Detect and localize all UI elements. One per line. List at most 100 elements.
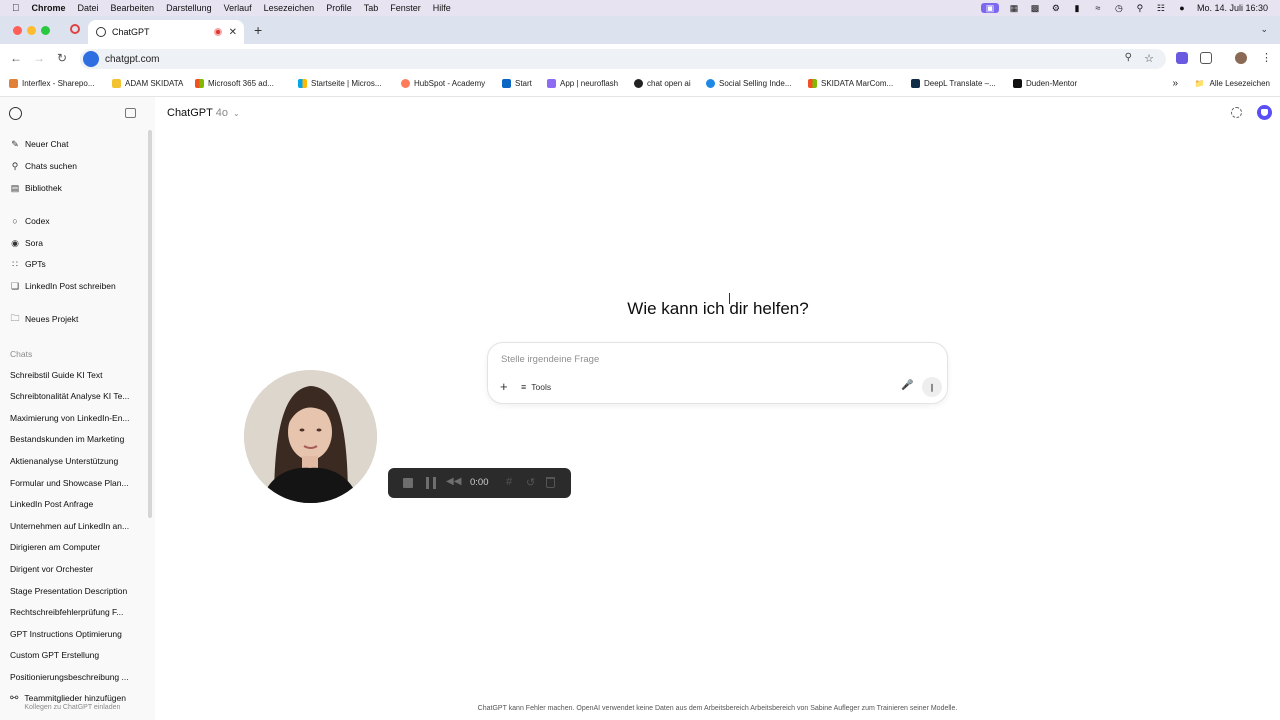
wifi-icon[interactable]: ≈ (1092, 3, 1104, 13)
extensions-puzzle-icon[interactable] (1200, 52, 1212, 64)
temporary-chat-icon[interactable] (1231, 107, 1242, 118)
chat-history-item[interactable]: LinkedIn Post Anfrage (10, 499, 93, 509)
model-selector[interactable]: ChatGPT 4o ⌄ (167, 107, 240, 119)
microsoft-icon (808, 79, 817, 88)
bookmark-item[interactable]: Microsoft 365 ad... (195, 79, 274, 88)
spotlight-search-icon[interactable]: ⚲ (1134, 3, 1146, 13)
stop-icon[interactable] (403, 478, 413, 488)
apple-icon[interactable]:  (12, 3, 20, 14)
folder-icon: 📁 (1194, 79, 1205, 88)
sidebar-item-sora[interactable]: ◉ Sora (10, 238, 43, 249)
bookmark-item[interactable]: Start (502, 79, 532, 88)
sidebar-item-search-chats[interactable]: ⚲ Chats suchen (10, 161, 77, 172)
sidebar-item-library[interactable]: ▤ Bibliothek (10, 183, 62, 194)
new-tab-icon[interactable]: + (254, 22, 262, 38)
chat-history-item[interactable]: Maximierung von LinkedIn-En... (10, 413, 130, 423)
menu-item-fenster[interactable]: Fenster (390, 3, 421, 13)
address-url[interactable]: chatgpt.com (105, 54, 159, 65)
bookmark-item[interactable]: ADAM SKIDATA (112, 79, 183, 88)
tab-chatgpt[interactable]: ChatGPT ✕ (88, 20, 244, 44)
window-close-button[interactable] (13, 26, 22, 35)
bookmark-item[interactable]: HubSpot - Academy (401, 79, 485, 88)
back-icon[interactable]: ← (10, 51, 22, 65)
menu-item-datei[interactable]: Datei (78, 3, 99, 13)
voice-mode-icon[interactable]: ∥ (922, 377, 942, 397)
chat-history-item[interactable]: Schreibstil Guide KI Text (10, 370, 102, 380)
add-team-members-button[interactable]: ⚯ Teammitglieder hinzufügen Kollegen zu … (10, 693, 126, 711)
chat-history-item[interactable]: Rechtschreibfehlerprüfung F... (10, 607, 123, 617)
add-attachment-icon[interactable]: + (500, 379, 508, 394)
sidebar-item-new-chat[interactable]: ✎ Neuer Chat (10, 139, 68, 150)
status-app-icon-2[interactable]: ▩ (1029, 3, 1041, 13)
menu-item-tab[interactable]: Tab (364, 3, 379, 13)
site-info-icon[interactable] (83, 51, 99, 67)
sidebar-item-linkedin-post[interactable]: ❑ LinkedIn Post schreiben (10, 281, 116, 292)
bookmark-star-icon[interactable]: ☆ (1144, 52, 1154, 65)
sidebar-scrollbar[interactable] (148, 130, 152, 518)
menubar-clock[interactable]: Mo. 14. Juli 16:30 (1197, 3, 1268, 13)
bookmark-item[interactable]: Startseite | Micros... (298, 79, 382, 88)
tab-close-icon[interactable]: ✕ (229, 27, 237, 38)
bookmark-item[interactable]: chat open ai (634, 79, 691, 88)
screen-record-icon[interactable]: ▣ (980, 3, 999, 13)
forward-icon[interactable]: → (33, 51, 45, 65)
prompt-composer[interactable]: Stelle irgendeine Frage + ≡ Tools 🎤 ∥ (487, 342, 948, 404)
extension-icon[interactable] (1176, 52, 1188, 64)
tools-button[interactable]: ≡ Tools (521, 382, 551, 392)
chat-history-item[interactable]: Custom GPT Erstellung (10, 650, 99, 660)
sidebar-toggle-icon[interactable] (125, 108, 136, 118)
sidebar-item-codex[interactable]: ○ Codex (10, 216, 49, 226)
window-zoom-button[interactable] (41, 26, 50, 35)
rewind-icon[interactable]: ◀◀ (446, 476, 461, 487)
tab-search-chevron-icon[interactable]: ⌄ (1260, 24, 1268, 35)
profile-avatar[interactable] (1235, 52, 1247, 64)
pause-icon[interactable] (426, 477, 436, 489)
chat-history-item[interactable]: Stage Presentation Description (10, 586, 127, 596)
bookmark-item[interactable]: Duden-Mentor (1013, 79, 1077, 88)
bookmark-item[interactable]: Interflex - Sharepo... (9, 79, 94, 88)
chat-history-item[interactable]: GPT Instructions Optimierung (10, 629, 122, 639)
chat-history-item[interactable]: Positionierungsbeschreibung ... (10, 672, 129, 682)
address-bar[interactable]: chatgpt.com ⚲ ☆ (80, 49, 1166, 69)
battery-icon[interactable]: ▮ (1071, 3, 1083, 13)
more-bookmarks-icon[interactable]: » (1172, 78, 1178, 89)
reload-icon[interactable]: ↻ (57, 51, 67, 65)
time-machine-icon[interactable]: ◷ (1113, 3, 1125, 13)
menu-item-verlauf[interactable]: Verlauf (224, 3, 252, 13)
status-app-icon[interactable]: ▦ (1008, 3, 1020, 13)
grid-icon[interactable]: # (506, 476, 512, 488)
siri-icon[interactable]: ● (1176, 3, 1188, 13)
chat-history-item[interactable]: Unternehmen auf LinkedIn an... (10, 521, 129, 531)
browser-menu-icon[interactable]: ⋮ (1261, 51, 1272, 64)
control-center-icon[interactable]: ☷ (1155, 3, 1167, 13)
openai-logo-icon[interactable] (9, 107, 22, 120)
sidebar-item-new-project[interactable]: 🗀 Neues Projekt (10, 313, 78, 324)
account-avatar[interactable] (1257, 105, 1272, 120)
sidebar-item-gpts[interactable]: ∷ GPTs (10, 259, 46, 270)
trash-icon[interactable] (546, 477, 555, 488)
chat-history-item[interactable]: Formular und Showcase Plan... (10, 478, 129, 488)
settings-icon[interactable]: ⚙ (1050, 3, 1062, 13)
bookmark-item[interactable]: Social Selling Inde... (706, 79, 792, 88)
chevron-down-icon: ⌄ (233, 109, 240, 118)
menu-item-bearbeiten[interactable]: Bearbeiten (111, 3, 155, 13)
bookmark-item[interactable]: DeepL Translate –... (911, 79, 996, 88)
menu-item-darstellung[interactable]: Darstellung (166, 3, 212, 13)
menu-item-hilfe[interactable]: Hilfe (433, 3, 451, 13)
microphone-icon[interactable]: 🎤 (901, 380, 913, 391)
chat-history-item[interactable]: Schreibtonalität Analyse KI Te... (10, 391, 129, 401)
all-bookmarks-button[interactable]: 📁 Alle Lesezeichen (1195, 79, 1270, 88)
menu-app-name[interactable]: Chrome (32, 3, 66, 13)
window-minimize-button[interactable] (27, 26, 36, 35)
chat-history-item[interactable]: Aktienanalyse Unterstützung (10, 456, 118, 466)
chat-history-item[interactable]: Dirigent vor Orchester (10, 564, 93, 574)
zoom-icon[interactable]: ⚲ (1125, 52, 1132, 63)
menu-item-lesezeichen[interactable]: Lesezeichen (264, 3, 315, 13)
bookmark-item[interactable]: App | neuroflash (547, 79, 618, 88)
prompt-input[interactable]: Stelle irgendeine Frage (501, 354, 599, 365)
menu-item-profile[interactable]: Profile (326, 3, 352, 13)
restart-icon[interactable]: ↺ (526, 476, 535, 489)
chat-history-item[interactable]: Bestandskunden im Marketing (10, 434, 124, 444)
bookmark-item[interactable]: SKIDATA MarCom... (808, 79, 893, 88)
chat-history-item[interactable]: Dirigieren am Computer (10, 542, 100, 552)
